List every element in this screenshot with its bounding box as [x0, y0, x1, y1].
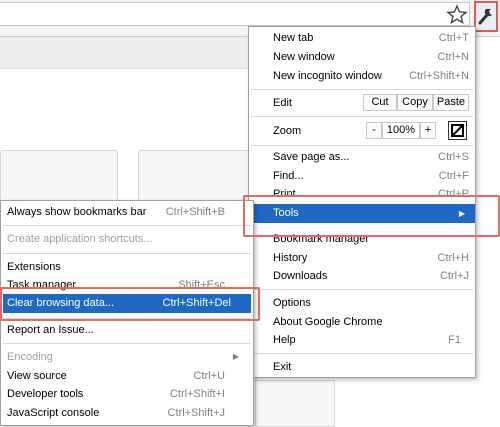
- annotation-box-clear-browsing-data: [0, 287, 260, 321]
- menu-item-javascript-console[interactable]: JavaScript console Ctrl+Shift+J: [1, 404, 253, 422]
- cut-button[interactable]: Cut: [363, 94, 397, 111]
- shortcut-label: Ctrl+H: [437, 252, 469, 264]
- menu-item-zoom: Zoom - 100% +: [249, 121, 475, 141]
- page-header-bar: [0, 37, 252, 69]
- menu-item-label: JavaScript console: [7, 407, 100, 419]
- menu-item-new-incognito-window[interactable]: New incognito window Ctrl+Shift+N: [249, 67, 475, 85]
- menu-item-view-source[interactable]: View source Ctrl+U: [1, 367, 253, 385]
- menu-item-label: Create application shortcuts...: [7, 233, 153, 245]
- shortcut-label: Ctrl+Shift+N: [409, 70, 469, 82]
- menu-item-label: Edit: [273, 97, 292, 109]
- menu-separator: [251, 89, 473, 90]
- menu-item-label: Report an Issue...: [7, 324, 94, 336]
- menu-separator: [251, 145, 473, 146]
- submenu-arrow-icon: ▶: [232, 352, 239, 361]
- shortcut-label: Ctrl+U: [193, 370, 225, 382]
- menu-separator: [3, 225, 251, 226]
- menu-item-label: Encoding: [7, 351, 53, 363]
- menu-item-find[interactable]: Find... Ctrl+F: [249, 167, 475, 185]
- menu-item-developer-tools[interactable]: Developer tools Ctrl+Shift+I: [1, 385, 253, 403]
- wrench-menu-button[interactable]: [474, 1, 498, 32]
- zoom-level: 100%: [382, 122, 420, 139]
- menu-item-label: Developer tools: [7, 388, 84, 400]
- menu-item-label: New window: [273, 51, 335, 63]
- menu-item-label: New incognito window: [273, 70, 382, 82]
- shortcut-label: Ctrl+F: [438, 170, 469, 182]
- menu-item-always-show-bookmarks-bar[interactable]: Always show bookmarks bar Ctrl+Shift+B: [1, 203, 253, 221]
- menu-item-label: Save page as...: [273, 151, 350, 163]
- menu-separator: [251, 353, 473, 354]
- menu-item-extensions[interactable]: Extensions: [1, 258, 253, 276]
- menu-item-help[interactable]: Help F1: [249, 331, 475, 349]
- wrench-icon: [478, 9, 492, 25]
- shortcut-label: Ctrl+Shift+I: [169, 388, 225, 400]
- shortcut-label: Ctrl+S: [438, 151, 469, 163]
- menu-separator: [3, 253, 251, 254]
- menu-item-label: Downloads: [273, 270, 328, 282]
- menu-item-label: Exit: [273, 361, 292, 373]
- menu-item-label: Find...: [273, 170, 304, 182]
- menu-item-encoding: Encoding ▶: [1, 348, 253, 366]
- zoom-in-button[interactable]: +: [420, 122, 436, 139]
- copy-button[interactable]: Copy: [397, 94, 433, 111]
- menu-item-label: About Google Chrome: [273, 316, 383, 328]
- menu-item-label: Help: [273, 334, 296, 346]
- shortcut-label: Ctrl+J: [439, 270, 469, 282]
- menu-item-create-application-shortcuts: Create application shortcuts...: [1, 230, 253, 248]
- menu-item-report-an-issue[interactable]: Report an Issue...: [1, 321, 253, 339]
- shortcut-label: Ctrl+T: [438, 32, 469, 44]
- paste-button[interactable]: Paste: [433, 94, 469, 111]
- zoom-out-button[interactable]: -: [366, 122, 382, 139]
- shortcut-label: Ctrl+Shift+J: [167, 407, 225, 419]
- menu-separator: [251, 289, 473, 290]
- menu-item-edit: Edit Cut Copy Paste: [249, 93, 475, 113]
- menu-item-label: New tab: [273, 32, 314, 44]
- shortcut-label: Ctrl+Shift+B: [165, 206, 225, 218]
- menu-item-new-window[interactable]: New window Ctrl+N: [249, 48, 475, 66]
- menu-item-label: Options: [273, 297, 311, 309]
- menu-item-label: History: [273, 252, 308, 264]
- fullscreen-icon[interactable]: [448, 121, 467, 140]
- shortcut-label: F1: [448, 334, 461, 346]
- menu-separator: [3, 343, 251, 344]
- menu-item-history[interactable]: History Ctrl+H: [249, 249, 475, 267]
- star-icon[interactable]: [446, 4, 468, 25]
- address-bar[interactable]: [0, 2, 470, 26]
- menu-item-label: Extensions: [7, 261, 61, 273]
- menu-item-label: View source: [7, 370, 67, 382]
- menu-item-save-page[interactable]: Save page as... Ctrl+S: [249, 148, 475, 166]
- page-panel: [255, 380, 335, 427]
- menu-item-exit[interactable]: Exit: [249, 358, 475, 376]
- annotation-box-tools: [243, 195, 500, 237]
- menu-item-label: Always show bookmarks bar: [7, 206, 147, 218]
- menu-item-options[interactable]: Options: [249, 294, 475, 312]
- menu-separator: [251, 116, 473, 117]
- menu-item-about[interactable]: About Google Chrome: [249, 313, 475, 331]
- shortcut-label: Ctrl+N: [437, 51, 469, 63]
- menu-item-downloads[interactable]: Downloads Ctrl+J: [249, 267, 475, 285]
- menu-item-label: Zoom: [273, 125, 302, 137]
- menu-item-new-tab[interactable]: New tab Ctrl+T: [249, 29, 475, 47]
